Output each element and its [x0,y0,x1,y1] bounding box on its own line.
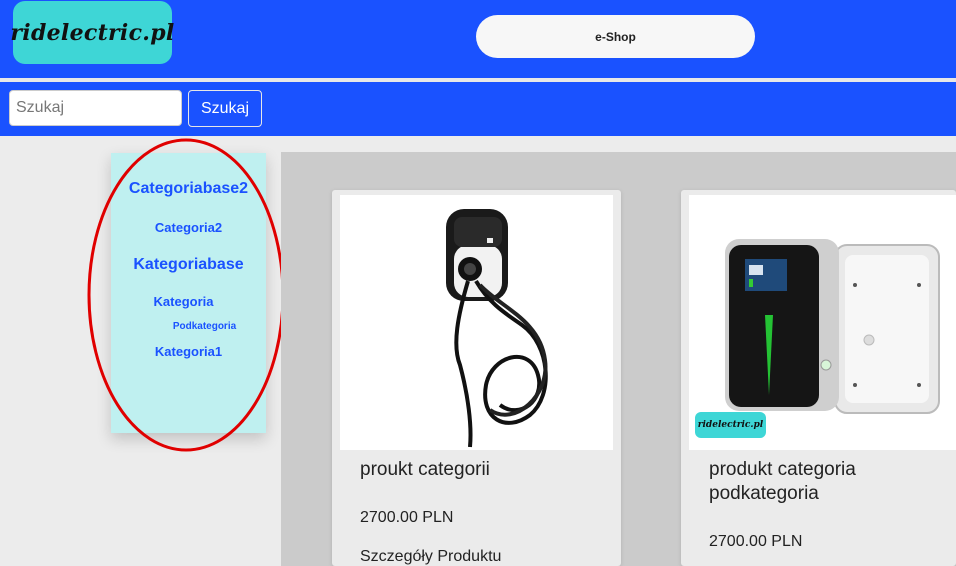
product-name[interactable]: proukt categorii [360,458,600,482]
site-logo[interactable]: ridelectric.pl [10,1,175,64]
logo-text: ridelectric.pl [10,19,175,46]
product-price: 2700.00 PLN [360,509,454,526]
sidebar-item-kategoriabase[interactable]: Kategoriabase [111,256,266,274]
product-name[interactable]: produkt categoria podkategoria [709,458,949,506]
e-shop-button[interactable]: e-Shop [476,15,755,58]
sidebar-item-categoria2[interactable]: Categoria2 [111,220,266,235]
product-details-link[interactable]: Szczegóły Produktu [360,548,501,566]
search-input[interactable] [9,90,182,126]
search-button[interactable]: Szukaj [188,90,262,127]
image-watermark-logo: ridelectric.pl [695,412,766,438]
search-bar: Szukaj [0,82,956,136]
product-card[interactable]: proukt categorii 2700.00 PLN Szczegóły P… [332,190,621,566]
sidebar-item-kategoria[interactable]: Kategoria [106,294,261,309]
sidebar-item-categoriabase2[interactable]: Categoriabase2 [111,180,266,198]
product-card[interactable]: ridelectric.pl produkt categoria podkate… [681,190,956,566]
top-header: ridelectric.pl e-Shop [0,0,956,78]
sidebar-item-podkategoria[interactable]: Podkategoria [127,321,282,332]
product-price: 2700.00 PLN [709,533,803,550]
product-image[interactable]: ridelectric.pl [689,195,956,450]
category-sidebar: Categoriabase2 Categoria2 Kategoriabase … [111,153,266,433]
product-image[interactable] [340,195,613,450]
wall-charger-with-cable-icon [446,209,548,448]
sidebar-item-kategoria1[interactable]: Kategoria1 [111,344,266,359]
